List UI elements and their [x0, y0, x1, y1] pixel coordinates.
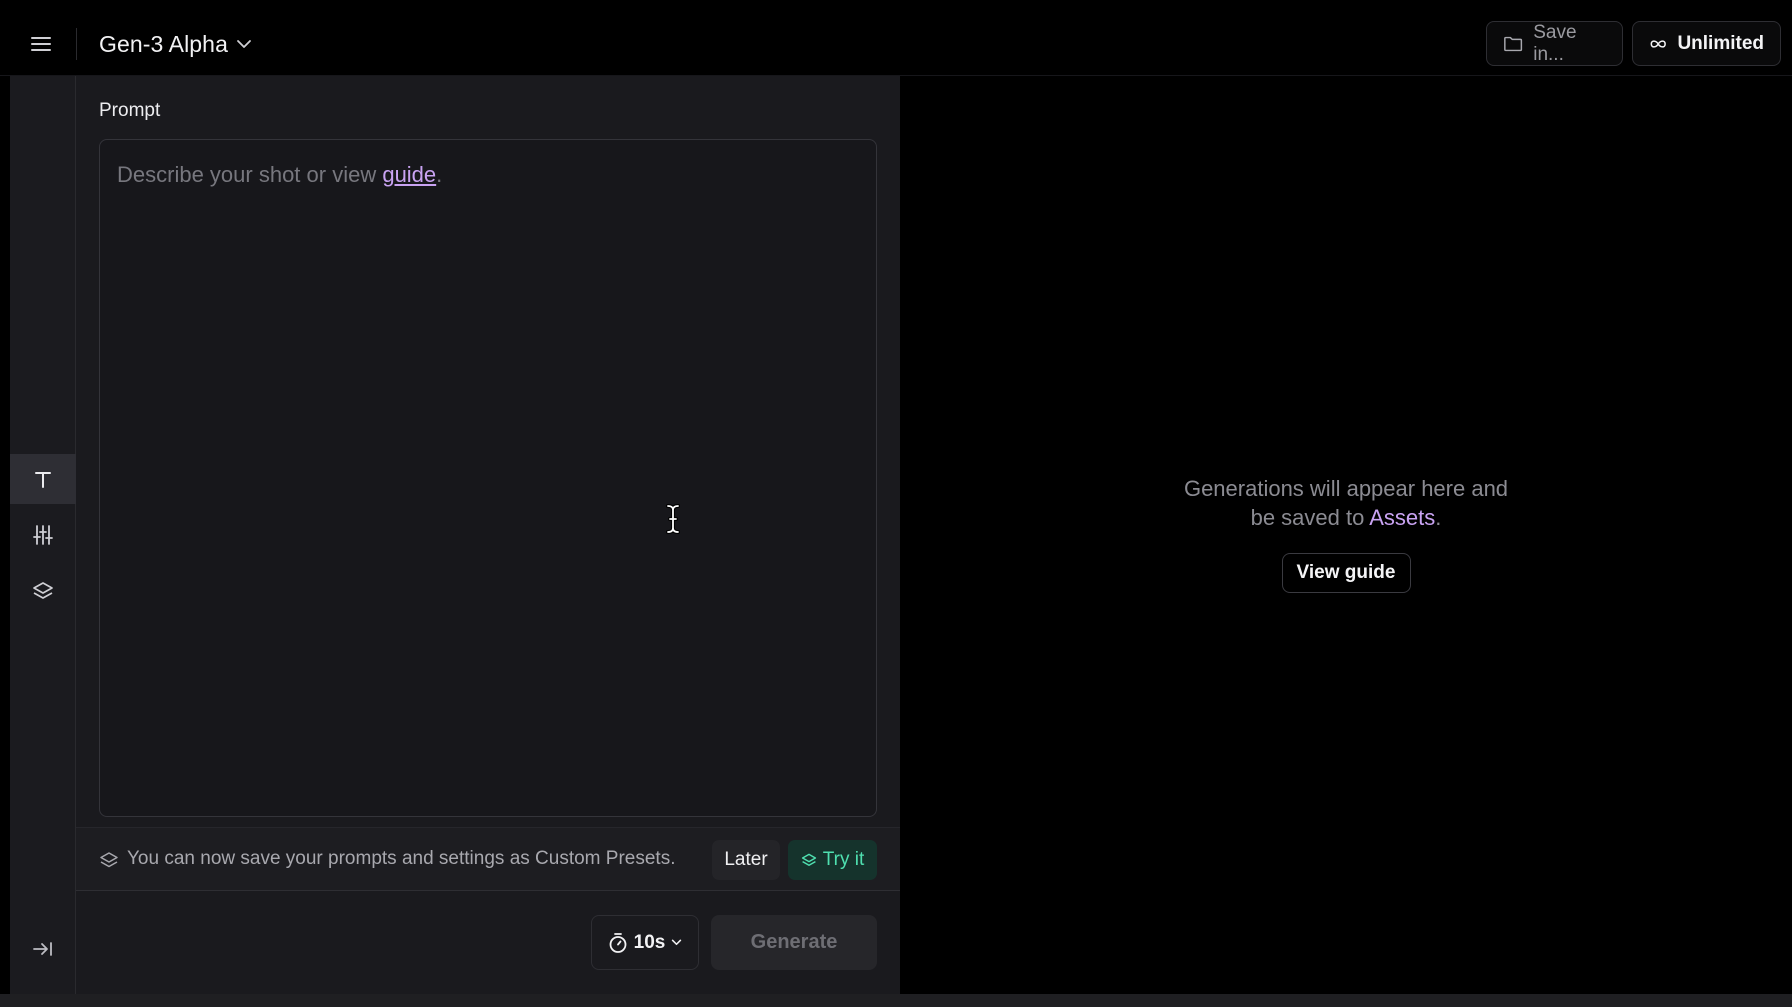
model-name: Gen-3 Alpha	[99, 30, 228, 57]
generate-button[interactable]: Generate	[711, 915, 877, 970]
empty-state-line2-text: be saved to	[1250, 505, 1370, 530]
placeholder-period: .	[436, 162, 443, 187]
guide-link[interactable]: guide	[382, 162, 436, 187]
prompt-label: Prompt	[99, 100, 161, 121]
try-it-label: Try it	[822, 849, 865, 870]
layers-icon	[100, 852, 118, 868]
top-bar: Gen-3 Alpha Save in... Unlimited	[0, 0, 1792, 76]
sliders-icon	[33, 525, 53, 545]
custom-presets-banner: You can now save your prompts and settin…	[76, 827, 900, 891]
empty-state-message: Generations will appear here and be save…	[900, 474, 1792, 532]
rail-presets-tool[interactable]	[10, 566, 76, 616]
empty-state-period: .	[1435, 505, 1442, 530]
save-in-button[interactable]: Save in...	[1486, 21, 1623, 66]
prompt-panel: Prompt Describe your shot or view guide.…	[76, 76, 900, 994]
save-in-label: Save in...	[1533, 21, 1577, 65]
prompt-input[interactable]: Describe your shot or view guide.	[99, 139, 877, 817]
duration-value: 10s	[633, 931, 666, 953]
chevron-down-icon	[237, 40, 251, 48]
tool-rail	[10, 76, 76, 994]
placeholder-text: Describe your shot or view	[117, 162, 383, 187]
text-icon	[35, 472, 51, 488]
empty-state-line2: be saved to Assets.	[900, 503, 1792, 532]
assets-link[interactable]: Assets	[1369, 505, 1435, 530]
presets-message: You can now save your prompts and settin…	[127, 848, 676, 869]
generations-area: Generations will appear here and be save…	[900, 76, 1792, 994]
view-guide-button[interactable]: View guide	[1281, 553, 1411, 593]
rail-text-tool[interactable]	[10, 454, 76, 504]
later-button[interactable]: Later	[712, 840, 780, 880]
duration-selector[interactable]: 10s	[591, 915, 699, 970]
model-selector[interactable]: Gen-3 Alpha	[99, 24, 252, 64]
hamburger-menu-icon	[31, 37, 51, 51]
folder-icon	[1504, 36, 1523, 51]
prompt-placeholder: Describe your shot or view guide.	[117, 162, 442, 188]
chevron-down-icon	[672, 939, 682, 946]
unlimited-plan-button[interactable]: Unlimited	[1632, 21, 1781, 66]
collapse-panel-icon	[33, 942, 52, 956]
collapse-panel-button[interactable]	[10, 924, 76, 974]
empty-state-line1: Generations will appear here and	[1183, 476, 1509, 501]
unlimited-label: Unlimited	[1677, 32, 1764, 54]
layers-icon	[801, 853, 816, 866]
rail-settings-tool[interactable]	[10, 510, 76, 560]
layers-icon	[33, 582, 53, 599]
infinity-icon	[1650, 39, 1666, 48]
menu-button[interactable]	[22, 26, 60, 62]
empty-state: Generations will appear here and be save…	[900, 474, 1792, 593]
stopwatch-icon	[609, 932, 627, 953]
bottom-strip	[0, 994, 1792, 1007]
text-cursor-icon	[666, 504, 680, 534]
try-it-button[interactable]: Try it	[788, 840, 877, 880]
topbar-divider	[76, 28, 77, 60]
